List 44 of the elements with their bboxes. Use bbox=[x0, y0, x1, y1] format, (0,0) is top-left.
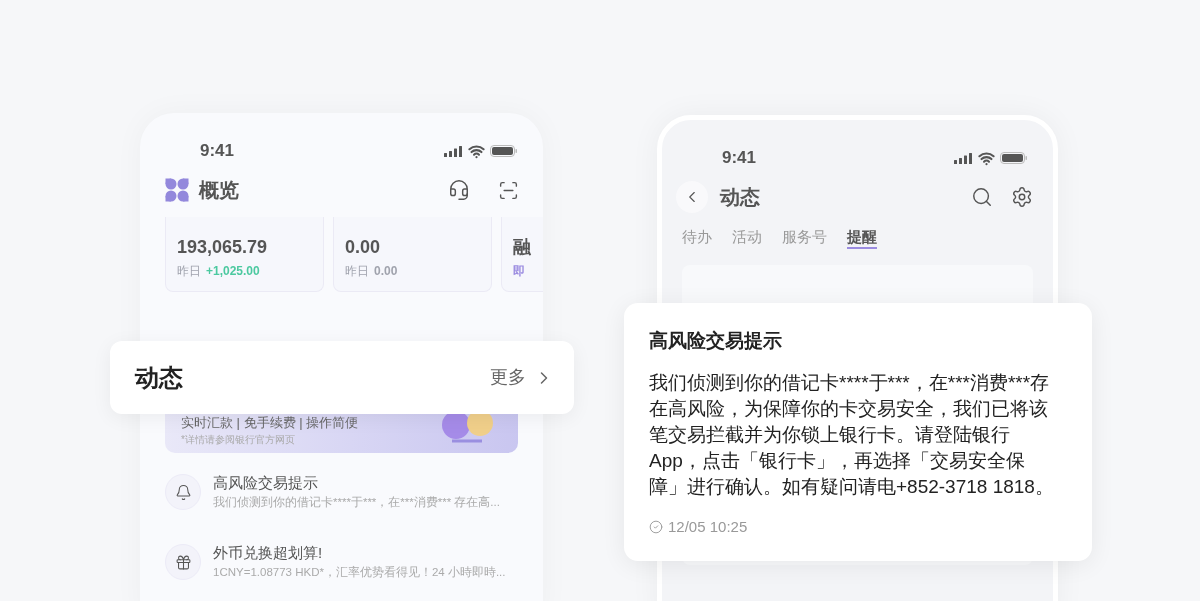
account-card[interactable]: 融 即 bbox=[501, 217, 543, 292]
page-title: 概览 bbox=[199, 178, 239, 203]
more-link[interactable]: 更多 bbox=[490, 364, 526, 391]
gift-icon bbox=[165, 544, 201, 580]
message-title: 高风险交易提示 bbox=[213, 473, 319, 493]
banner-note: *详情请参阅银行官方网页 bbox=[181, 433, 296, 447]
banner-headline: 实时汇款 | 免手续费 | 操作简便 bbox=[181, 413, 359, 432]
popup-title: 高风险交易提示 bbox=[649, 329, 783, 353]
status-time: 9:41 bbox=[200, 140, 235, 163]
wifi-icon bbox=[978, 149, 995, 167]
message-preview: 我们侦测到你的借记卡****于***，在***消费*** 存在高... bbox=[213, 495, 500, 510]
message-title: 外币兑换超划算! bbox=[213, 543, 324, 563]
wifi-icon bbox=[468, 142, 485, 160]
headset-icon[interactable] bbox=[448, 179, 470, 201]
status-time: 9:41 bbox=[722, 147, 757, 170]
section-popup[interactable]: 动态 更多 bbox=[110, 341, 574, 414]
popup-message: 我们侦测到你的借记卡****于***，在***消费***存在高风险，为保障你的卡交易安全，我们已将该笔交易拦截并为你锁上银行卡。请登陆银行App，点击「银行卡」，再选择「交易安全保障」进行确认。如有疑问请电+852-3718 1818。 bbox=[649, 371, 1055, 499]
search-icon[interactable] bbox=[971, 186, 993, 208]
check-circle-icon bbox=[649, 520, 663, 535]
settings-icon[interactable] bbox=[1011, 186, 1033, 208]
signal-icon bbox=[444, 145, 463, 157]
message-preview: 1CNY=1.08773 HKD*，汇率优势看得见！24 小時即時... bbox=[213, 565, 506, 580]
section-title: 动态 bbox=[135, 362, 183, 393]
account-balance: 0.00 bbox=[345, 236, 382, 259]
change-amount: 0.00 bbox=[374, 263, 398, 280]
signal-icon bbox=[954, 152, 973, 164]
scan-icon[interactable] bbox=[498, 179, 519, 201]
change-label: 昨日 bbox=[345, 263, 369, 280]
account-balance: 融 bbox=[513, 236, 532, 259]
change-amount: +1,025.00 bbox=[206, 263, 260, 280]
flower-logo-icon bbox=[165, 178, 189, 202]
account-card[interactable]: 0.00 昨日 0.00 bbox=[333, 217, 492, 292]
change-amount: 即 bbox=[513, 263, 525, 280]
message-item[interactable]: 高风险交易提示 我们侦测到你的借记卡****于***，在***消费*** 存在高... bbox=[165, 473, 518, 511]
battery-icon bbox=[1000, 152, 1027, 164]
tab[interactable]: 提醒 bbox=[847, 227, 877, 249]
page-title: 动态 bbox=[720, 185, 760, 210]
change-label: 昨日 bbox=[177, 263, 201, 280]
message-item[interactable]: 外币兑换超划算! 1CNY=1.08773 HKD*，汇率优势看得见！24 小時即時... bbox=[165, 543, 518, 581]
message-time: 12/05 10:25 bbox=[668, 517, 748, 537]
bell-icon bbox=[165, 474, 201, 510]
battery-icon bbox=[490, 145, 517, 157]
account-card[interactable]: 193,065.79 昨日 +1,025.00 bbox=[165, 217, 324, 292]
account-balance: 193,065.79 bbox=[177, 236, 269, 259]
